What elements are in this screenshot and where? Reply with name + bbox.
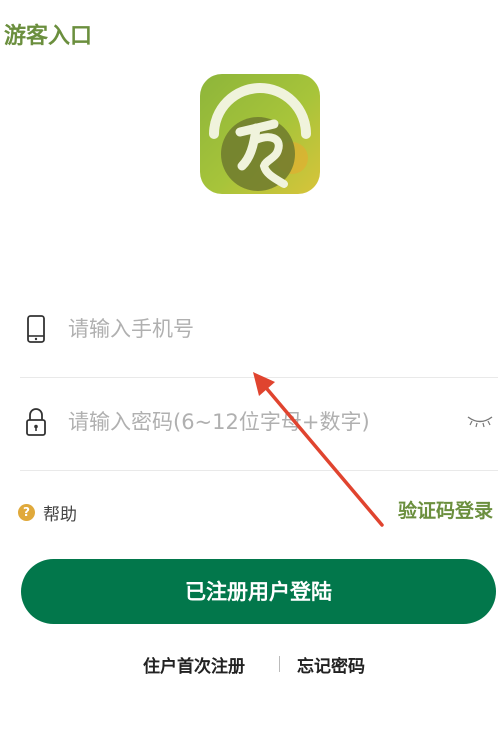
app-logo-icon bbox=[209, 83, 311, 191]
link-divider bbox=[279, 656, 280, 672]
phone-field-row bbox=[20, 283, 498, 378]
sms-code-login-link[interactable]: 验证码登录 bbox=[398, 496, 493, 523]
password-field-row bbox=[20, 376, 498, 471]
help-label: 帮助 bbox=[43, 504, 77, 525]
password-input[interactable] bbox=[68, 402, 448, 442]
guest-entry-link[interactable]: 游客入口 bbox=[4, 18, 92, 50]
help-link[interactable]: ? 帮助 bbox=[18, 500, 77, 525]
app-logo bbox=[200, 74, 320, 194]
phone-icon bbox=[27, 315, 45, 343]
eye-closed-icon[interactable] bbox=[466, 412, 494, 430]
lock-icon bbox=[26, 408, 46, 436]
first-registration-link[interactable]: 住户首次注册 bbox=[143, 652, 245, 677]
login-button[interactable]: 已注册用户登陆 bbox=[21, 559, 496, 624]
question-icon: ? bbox=[18, 503, 35, 521]
bottom-links: 住户首次注册 忘记密码 bbox=[0, 652, 500, 678]
forgot-password-link[interactable]: 忘记密码 bbox=[297, 652, 365, 677]
phone-input[interactable] bbox=[68, 309, 448, 349]
